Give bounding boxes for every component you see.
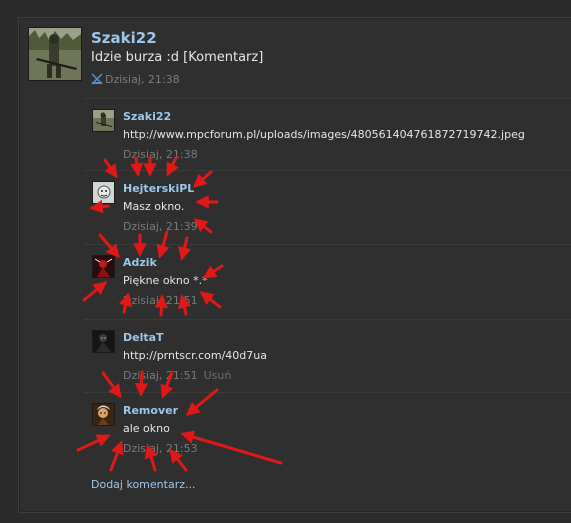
comment-timestamp: Dzisiaj, 21:38 (123, 148, 198, 161)
comment-item: HejterskiPL Masz okno. Dzisiaj, 21:39 (84, 170, 571, 241)
comment-username[interactable]: Remover (123, 404, 178, 417)
post-username[interactable]: Szaki22 (91, 29, 157, 47)
comment-text: http://www.mpcforum.pl/uploads/images/48… (123, 128, 525, 141)
comment-item: Adzik Piękne okno *.* Dzisiaj, 21:51 (84, 244, 571, 315)
comment-username[interactable]: DeltaT (123, 331, 164, 344)
comment-meta: Dzisiaj, 21:53 (123, 442, 198, 455)
character-avatar-icon (93, 404, 114, 425)
comment-username[interactable]: Adzik (123, 256, 157, 269)
comment-item: DeltaT http://prntscr.com/40d7ua Dzisiaj… (84, 319, 571, 390)
comment-avatar[interactable] (92, 330, 115, 353)
comment-timestamp: Dzisiaj, 21:51 (123, 294, 198, 307)
comment-text: Masz okno. (123, 200, 185, 213)
comment-timestamp: Dzisiaj, 21:51 (123, 369, 198, 382)
comment-avatar[interactable] (92, 403, 115, 426)
comment-text: Piękne okno *.* (123, 274, 208, 287)
add-comment-link[interactable]: Dodaj komentarz... (91, 478, 195, 491)
post-meta: Dzisiaj, 21:38 (91, 73, 180, 86)
comment-avatar[interactable] (92, 109, 115, 132)
soldier-avatar-icon (29, 28, 81, 80)
comment-meta: Dzisiaj, 21:38 (123, 148, 198, 161)
soldier-avatar-icon (93, 110, 114, 131)
comment-item: Szaki22 http://www.mpcforum.pl/uploads/i… (84, 98, 571, 169)
comment-avatar[interactable] (92, 181, 115, 204)
post-timestamp: Dzisiaj, 21:38 (105, 73, 180, 86)
post-avatar[interactable] (28, 27, 82, 81)
comment-text: ale okno (123, 422, 170, 435)
comment-avatar[interactable] (92, 255, 115, 278)
dark-figure-avatar-icon (93, 331, 114, 352)
comment-meta: Dzisiaj, 21:51 Usuń (123, 369, 231, 382)
comment-meta: Dzisiaj, 21:39 (123, 220, 198, 233)
comment-username[interactable]: Szaki22 (123, 110, 171, 123)
face-avatar-icon (93, 182, 114, 203)
comment-timestamp: Dzisiaj, 21:39 (123, 220, 198, 233)
red-character-avatar-icon (93, 256, 114, 277)
post-text: Idzie burza :d [Komentarz] (91, 50, 264, 65)
comment-timestamp: Dzisiaj, 21:53 (123, 442, 198, 455)
comment-text: http://prntscr.com/40d7ua (123, 349, 267, 362)
comment-username[interactable]: HejterskiPL (123, 182, 194, 195)
connection-icon (91, 73, 103, 85)
comment-item: Remover ale okno Dzisiaj, 21:53 (84, 392, 571, 463)
comment-delete-link[interactable]: Usuń (204, 369, 232, 382)
comment-meta: Dzisiaj, 21:51 (123, 294, 198, 307)
